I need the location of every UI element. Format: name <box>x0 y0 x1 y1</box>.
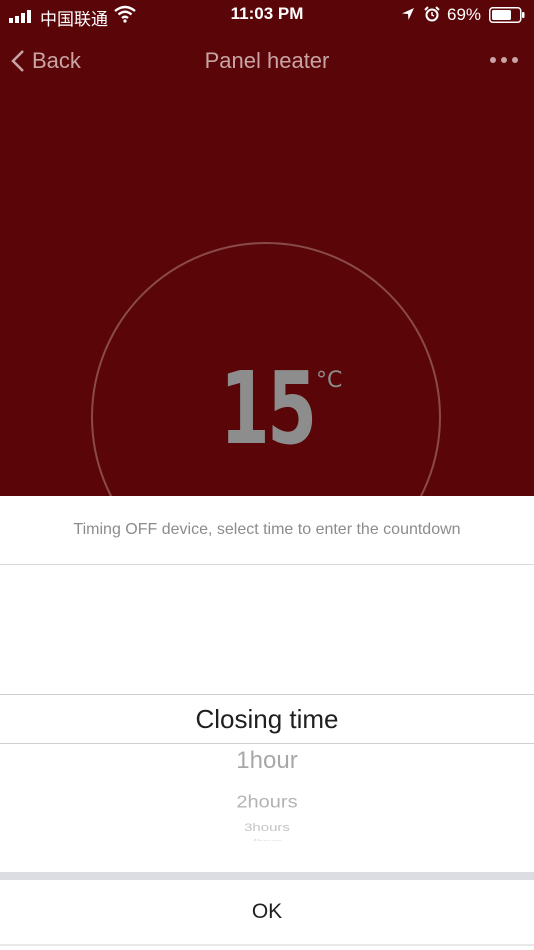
time-picker[interactable]: Closing time 1hour 2hours 3hours 4hours <box>0 565 534 841</box>
timer-sheet: Timing OFF device, select time to enter … <box>0 496 534 950</box>
picker-option[interactable]: 3hours <box>0 821 534 834</box>
alarm-icon <box>424 6 440 22</box>
battery-percent: 69% <box>447 5 482 24</box>
ok-button[interactable]: OK <box>0 880 534 944</box>
picker-option-selected[interactable]: Closing time <box>0 695 534 743</box>
sheet-divider <box>0 872 534 880</box>
page-title: Panel heater <box>204 48 330 73</box>
picker-bottom-line <box>0 743 534 744</box>
temperature-unit: °C <box>316 368 343 393</box>
nav-bar: Back Panel heater <box>0 40 534 84</box>
picker-option[interactable]: 1hour <box>0 747 534 775</box>
location-icon <box>402 8 414 20</box>
battery-icon <box>489 7 525 23</box>
heater-panel: 中国联通 11:03 PM 69% Back Panel heater 15 °… <box>0 0 534 496</box>
status-bar: 中国联通 11:03 PM 69% <box>0 0 534 30</box>
picker-option[interactable]: 2hours <box>0 792 534 813</box>
timer-hint: Timing OFF device, select time to enter … <box>0 496 534 565</box>
bottom-divider <box>0 944 534 946</box>
temperature-value: 15 <box>219 350 317 467</box>
more-icon[interactable] <box>488 54 520 66</box>
picker-option[interactable]: 4hours <box>0 839 534 841</box>
